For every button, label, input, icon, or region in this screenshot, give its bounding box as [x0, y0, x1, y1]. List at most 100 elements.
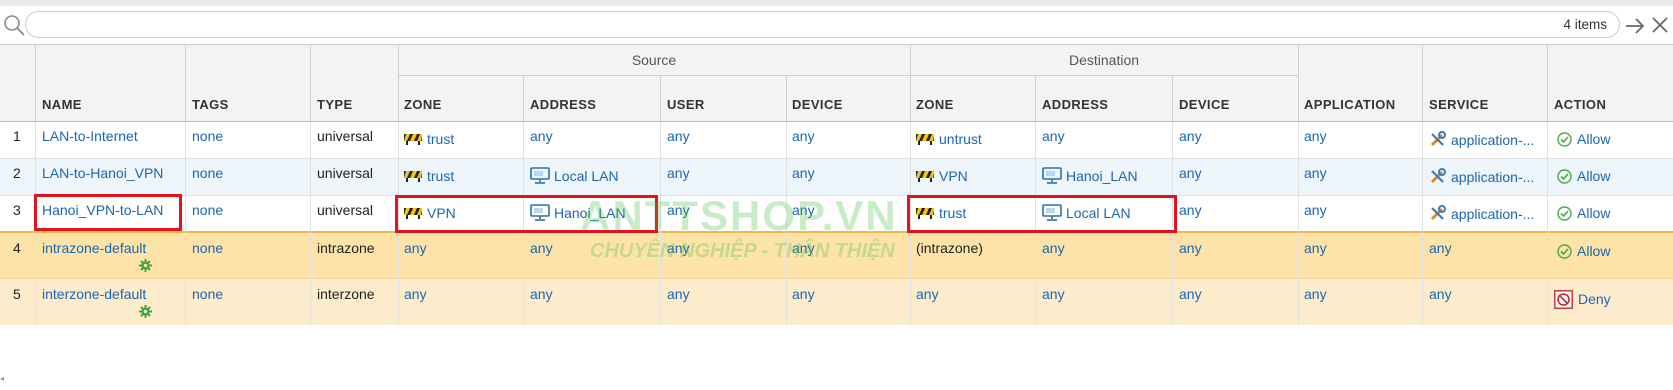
service-tools-icon — [1430, 168, 1446, 184]
address-monitor-icon — [530, 167, 550, 184]
col-divider — [1547, 122, 1548, 325]
zone-barrier-icon — [916, 171, 934, 182]
column-header-source-zone[interactable]: ZONE — [404, 97, 442, 112]
source-device[interactable]: any — [792, 240, 815, 256]
service[interactable]: any — [1429, 286, 1452, 302]
destination-zone-label: VPN — [939, 168, 968, 184]
column-header-source-user[interactable]: USER — [667, 97, 705, 112]
rule-name[interactable]: interzone-default — [42, 286, 146, 302]
search-icon[interactable] — [2, 13, 26, 37]
column-header-source-address[interactable]: ADDRESS — [530, 97, 596, 112]
action[interactable]: Allow — [1557, 205, 1610, 221]
col-divider — [786, 75, 787, 122]
source-user[interactable]: any — [667, 202, 690, 218]
source-zone[interactable]: trust — [404, 168, 454, 184]
column-header-source-device[interactable]: DEVICE — [792, 97, 843, 112]
service[interactable]: application-... — [1429, 205, 1534, 222]
rule-tags[interactable]: none — [192, 128, 223, 144]
zone-barrier-icon — [916, 134, 934, 145]
rule-name[interactable]: LAN-to-Hanoi_VPN — [42, 165, 163, 181]
source-address-label: Local LAN — [554, 168, 619, 184]
column-header-destination-zone[interactable]: ZONE — [916, 97, 954, 112]
apply-filter-arrow-icon[interactable] — [1624, 16, 1646, 36]
group-divider — [398, 75, 1298, 76]
application[interactable]: any — [1304, 202, 1327, 218]
destination-address[interactable]: Hanoi_LAN — [1042, 167, 1138, 185]
action[interactable]: Allow — [1557, 131, 1610, 147]
col-divider — [185, 44, 186, 122]
col-divider — [310, 44, 311, 122]
application[interactable]: any — [1304, 128, 1327, 144]
destination-zone[interactable]: VPN — [916, 168, 968, 184]
destination-address-label: Hanoi_LAN — [1066, 168, 1138, 184]
column-header-destination-device[interactable]: DEVICE — [1179, 97, 1230, 112]
column-header-action[interactable]: ACTION — [1554, 97, 1606, 112]
source-user[interactable]: any — [667, 286, 690, 302]
service[interactable]: application-... — [1429, 168, 1534, 185]
col-divider — [1172, 75, 1173, 122]
destination-address[interactable]: any — [1042, 240, 1065, 256]
source-user[interactable]: any — [667, 165, 690, 181]
service[interactable]: application-... — [1429, 131, 1534, 148]
search-input[interactable]: 4 items — [25, 11, 1620, 38]
column-header-name[interactable]: NAME — [42, 97, 82, 112]
application[interactable]: any — [1304, 165, 1327, 181]
highlight-rule-name — [34, 194, 182, 231]
action[interactable]: Deny — [1554, 290, 1611, 309]
column-header-application[interactable]: APPLICATION — [1304, 97, 1396, 112]
destination-address[interactable]: any — [1042, 286, 1065, 302]
source-device[interactable]: any — [792, 128, 815, 144]
action[interactable]: Allow — [1557, 243, 1610, 259]
destination-address[interactable]: any — [1042, 128, 1065, 144]
source-zone[interactable]: any — [404, 240, 427, 256]
allow-check-icon — [1557, 206, 1572, 221]
source-address[interactable]: any — [530, 128, 553, 144]
destination-device[interactable]: any — [1179, 165, 1202, 181]
rule-tags[interactable]: none — [192, 165, 223, 181]
allow-check-icon — [1557, 132, 1572, 147]
security-policy-table: Source Destination NAME TAGS TYPE ZONE A… — [0, 44, 1673, 334]
col-divider — [398, 44, 399, 122]
destination-zone[interactable]: any — [916, 286, 939, 302]
column-header-destination-address[interactable]: ADDRESS — [1042, 97, 1108, 112]
source-zone-label: trust — [427, 131, 455, 147]
destination-device[interactable]: any — [1179, 202, 1202, 218]
column-header-service[interactable]: SERVICE — [1429, 97, 1489, 112]
service-label: application-... — [1451, 132, 1535, 148]
action[interactable]: Allow — [1557, 168, 1610, 184]
source-address[interactable]: any — [530, 286, 553, 302]
col-divider — [310, 122, 311, 325]
rule-tags[interactable]: none — [192, 286, 223, 302]
column-header-tags[interactable]: TAGS — [192, 97, 229, 112]
destination-device[interactable]: any — [1179, 128, 1202, 144]
address-monitor-icon — [1042, 167, 1062, 184]
destination-device[interactable]: any — [1179, 286, 1202, 302]
rule-name[interactable]: LAN-to-Internet — [42, 128, 138, 144]
destination-device[interactable]: any — [1179, 240, 1202, 256]
source-zone[interactable]: trust — [404, 131, 454, 147]
action-label: Allow — [1577, 205, 1611, 221]
close-icon[interactable] — [1650, 15, 1670, 35]
row-number: 2 — [13, 165, 21, 181]
application[interactable]: any — [1304, 240, 1327, 256]
rule-name[interactable]: intrazone-default — [42, 240, 146, 256]
rule-tags[interactable]: none — [192, 240, 223, 256]
rule-tags[interactable]: none — [192, 202, 223, 218]
source-zone[interactable]: any — [404, 286, 427, 302]
source-address[interactable]: any — [530, 240, 553, 256]
zone-barrier-icon — [404, 171, 422, 182]
source-device[interactable]: any — [792, 202, 815, 218]
service[interactable]: any — [1429, 240, 1452, 256]
source-device[interactable]: any — [792, 165, 815, 181]
col-divider — [35, 44, 36, 122]
service-tools-icon — [1430, 131, 1446, 147]
column-header-type[interactable]: TYPE — [317, 97, 353, 112]
source-user[interactable]: any — [667, 128, 690, 144]
application[interactable]: any — [1304, 286, 1327, 302]
allow-check-icon — [1557, 169, 1572, 184]
source-user[interactable]: any — [667, 240, 690, 256]
destination-zone[interactable]: untrust — [916, 131, 982, 147]
resize-handle-icon[interactable]: ◂ — [0, 374, 5, 384]
source-address[interactable]: Local LAN — [530, 167, 619, 185]
source-device[interactable]: any — [792, 286, 815, 302]
